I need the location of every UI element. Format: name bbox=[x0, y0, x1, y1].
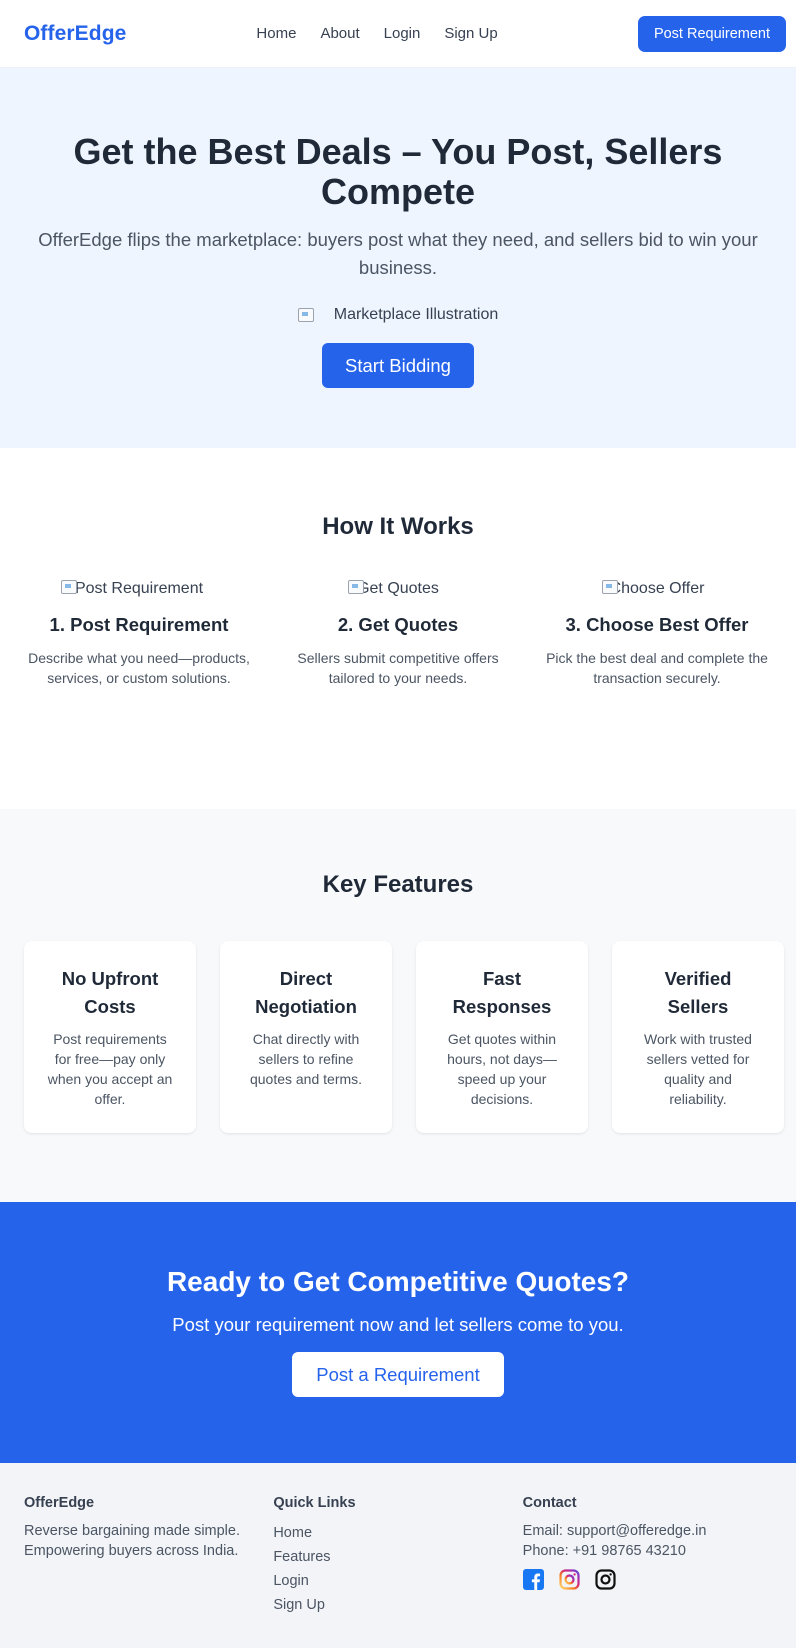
brand-logo[interactable]: OfferEdge bbox=[24, 22, 126, 46]
footer-quick-links-column: Quick Links Home Features Login Sign Up bbox=[273, 1495, 522, 1648]
hero-image-alt: Marketplace Illustration bbox=[333, 306, 499, 323]
cta-section: Ready to Get Competitive Quotes? Post yo… bbox=[0, 1202, 796, 1463]
footer-contact-title: Contact bbox=[522, 1495, 577, 1511]
hero-image: Marketplace Illustration bbox=[297, 304, 499, 326]
instagram-outline-icon[interactable] bbox=[595, 1569, 616, 1590]
footer-link-features[interactable]: Features bbox=[273, 1545, 522, 1569]
footer-link-home[interactable]: Home bbox=[273, 1521, 522, 1545]
footer-quick-links-title: Quick Links bbox=[273, 1495, 356, 1511]
footer-links: Home Features Login Sign Up bbox=[273, 1521, 522, 1617]
instagram-icon[interactable] bbox=[559, 1569, 580, 1590]
cta-title: Ready to Get Competitive Quotes? bbox=[166, 1266, 630, 1297]
steps-list: Post Requirement 1. Post Requirement Des… bbox=[0, 577, 796, 688]
footer-brand-column: OfferEdge Reverse bargaining made simple… bbox=[24, 1495, 273, 1648]
step-image-alt: Post Requirement bbox=[74, 580, 204, 597]
footer-contact-column: Contact Email: support@offeredge.in Phon… bbox=[522, 1495, 772, 1648]
step-item: Get Quotes 2. Get Quotes Sellers submit … bbox=[273, 577, 523, 688]
footer-brand-text: Reverse bargaining made simple. Empoweri… bbox=[24, 1523, 240, 1559]
feature-title: Fast Responses bbox=[452, 968, 552, 1017]
feature-title: Direct Negotiation bbox=[255, 968, 357, 1017]
feature-title: No Upfront Costs bbox=[61, 968, 159, 1017]
how-it-works-section: How It Works Post Requirement 1. Post Re… bbox=[0, 448, 796, 809]
step-image: Post Requirement bbox=[61, 577, 209, 601]
contact-email: Email: support@offeredge.in bbox=[522, 1523, 707, 1539]
feature-card: Fast Responses Get quotes within hours, … bbox=[416, 941, 588, 1133]
nav-link-about[interactable]: About bbox=[320, 25, 359, 42]
broken-image-icon bbox=[602, 580, 618, 594]
footer-contact-info: Email: support@offeredge.in Phone: +91 9… bbox=[523, 1521, 772, 1561]
step-title: 2. Get Quotes bbox=[337, 614, 459, 635]
key-features-title: Key Features bbox=[322, 871, 474, 898]
step-description: Pick the best deal and complete the tran… bbox=[546, 650, 768, 686]
step-title: 1. Post Requirement bbox=[49, 614, 229, 635]
nav-link-home[interactable]: Home bbox=[256, 25, 296, 42]
broken-image-icon bbox=[348, 580, 364, 594]
hero-section: Get the Best Deals – You Post, Sellers C… bbox=[0, 68, 796, 448]
feature-description: Post requirements for free—pay only when… bbox=[47, 1031, 173, 1107]
nav-links: Home About Login Sign Up bbox=[186, 25, 497, 42]
hero-title: Get the Best Deals – You Post, Sellers C… bbox=[73, 131, 723, 212]
feature-title: Verified Sellers bbox=[664, 968, 732, 1017]
nav-link-signup[interactable]: Sign Up bbox=[444, 25, 497, 42]
feature-cards: No Upfront Costs Post requirements for f… bbox=[0, 941, 796, 1133]
how-it-works-title: How It Works bbox=[322, 513, 474, 540]
social-links bbox=[522, 1569, 772, 1590]
feature-card: Direct Negotiation Chat directly with se… bbox=[220, 941, 392, 1133]
footer-link-signup[interactable]: Sign Up bbox=[273, 1593, 522, 1617]
footer-brand-title: OfferEdge bbox=[24, 1495, 95, 1511]
footer-link-login[interactable]: Login bbox=[273, 1569, 522, 1593]
broken-image-icon bbox=[61, 580, 77, 594]
cta-subtitle: Post your requirement now and let seller… bbox=[172, 1314, 624, 1335]
feature-description: Chat directly with sellers to refine quo… bbox=[249, 1031, 363, 1087]
feature-card: Verified Sellers Work with trusted selle… bbox=[612, 941, 784, 1133]
navbar: OfferEdge Home About Login Sign Up Post … bbox=[0, 0, 796, 68]
footer: OfferEdge Reverse bargaining made simple… bbox=[0, 1463, 796, 1648]
step-item: Choose Offer 3. Choose Best Offer Pick t… bbox=[532, 577, 782, 688]
nav-link-login[interactable]: Login bbox=[384, 25, 421, 42]
contact-phone: Phone: +91 98765 43210 bbox=[522, 1543, 686, 1559]
key-features-section: Key Features No Upfront Costs Post requi… bbox=[0, 809, 796, 1202]
feature-card: No Upfront Costs Post requirements for f… bbox=[24, 941, 196, 1133]
step-image: Get Quotes bbox=[348, 577, 448, 601]
step-description: Describe what you need—products, service… bbox=[28, 650, 250, 686]
facebook-icon[interactable] bbox=[522, 1569, 544, 1590]
post-requirement-button[interactable]: Post Requirement bbox=[637, 15, 786, 52]
hero-subtitle: OfferEdge flips the marketplace: buyers … bbox=[38, 229, 758, 278]
feature-description: Work with trusted sellers vetted for qua… bbox=[644, 1031, 752, 1107]
start-bidding-button[interactable]: Start Bidding bbox=[322, 343, 474, 388]
step-description: Sellers submit competitive offers tailor… bbox=[297, 650, 499, 686]
step-title: 3. Choose Best Offer bbox=[565, 614, 749, 635]
step-image-alt: Get Quotes bbox=[357, 580, 439, 597]
post-a-requirement-button[interactable]: Post a Requirement bbox=[292, 1352, 504, 1397]
step-image-alt: Choose Offer bbox=[609, 580, 705, 597]
step-item: Post Requirement 1. Post Requirement Des… bbox=[14, 577, 264, 688]
feature-description: Get quotes within hours, not days—speed … bbox=[447, 1031, 557, 1107]
broken-image-icon bbox=[297, 308, 314, 322]
step-image: Choose Offer bbox=[602, 577, 712, 601]
